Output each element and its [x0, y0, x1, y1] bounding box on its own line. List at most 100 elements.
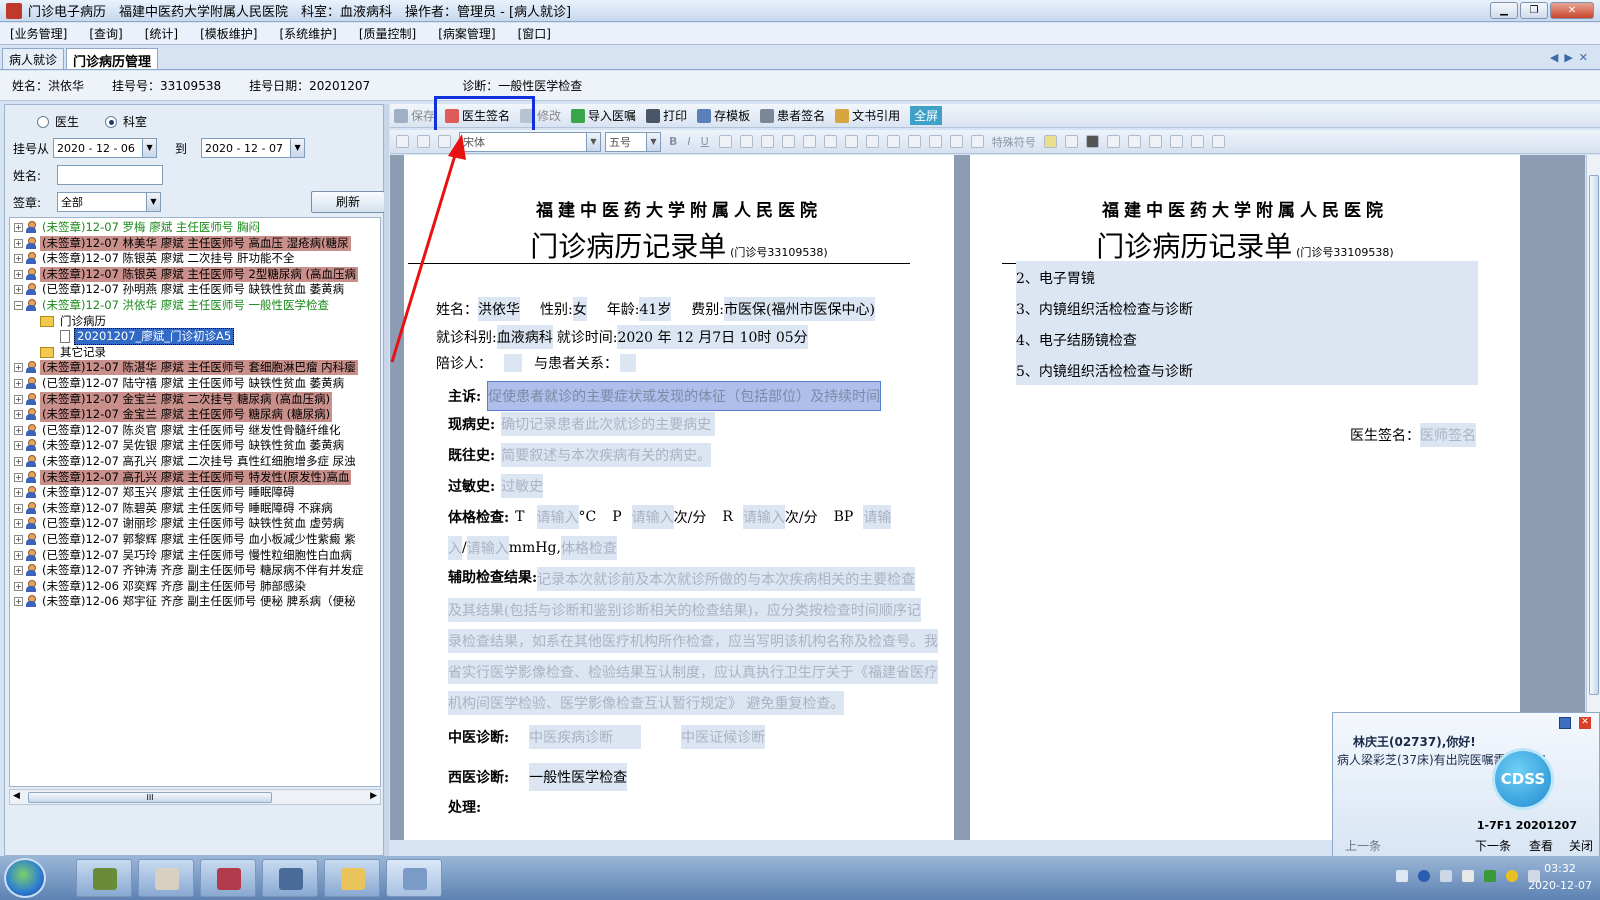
tree-horizontal-scrollbar[interactable]: ◀ III ▶ — [9, 789, 381, 805]
tree-folder[interactable]: 门诊病历 — [10, 314, 108, 329]
menu-quality[interactable]: [质量控制] — [359, 25, 416, 42]
aux-exam-line-1[interactable]: 记录本次就诊前及本次就诊所做的与本次疾病相关的主要检查 — [537, 567, 916, 591]
visit-time-value[interactable]: 2020 年 12 月7日 10时 05分 — [617, 325, 808, 349]
patient-tree-item[interactable]: − (未签章)12-07 洪依华 廖斌 主任医师号 一般性医学检查 — [10, 298, 331, 313]
physical-exam-field[interactable]: 体格检查 — [560, 536, 617, 560]
font-select[interactable]: 宋体 ▼ — [459, 131, 601, 152]
pulse-input[interactable]: 请输入 — [631, 505, 674, 529]
chevron-down-icon[interactable]: ▼ — [290, 139, 305, 157]
temp-input[interactable]: 请输入 — [536, 505, 579, 529]
patient-tree-item[interactable]: + (未签章)12-07 吴佐银 廖斌 主任医师号 缺铁性贫血 萎黄病 — [10, 438, 346, 453]
save-template-button[interactable]: 存模板 — [697, 107, 750, 124]
menu-records[interactable]: [病案管理] — [438, 25, 495, 42]
bp-input[interactable]: 请输 — [863, 505, 892, 529]
font-size-select[interactable]: 五号 ▼ — [605, 131, 661, 152]
radio-department[interactable] — [105, 115, 118, 128]
expand-icon[interactable]: + — [14, 472, 23, 482]
menu-system[interactable]: [系统维护] — [280, 25, 337, 42]
expand-icon[interactable]: + — [14, 535, 23, 544]
expand-icon[interactable]: + — [14, 410, 23, 420]
expand-icon[interactable]: + — [14, 394, 23, 404]
tab-record-management[interactable]: 门诊病历管理 — [66, 48, 159, 70]
expand-icon[interactable]: + — [14, 457, 23, 466]
patient-tree-item[interactable]: + (未签章)12-07 郑玉兴 廖斌 主任医师号 睡眠障碍 — [10, 485, 297, 500]
date-to-picker[interactable]: 2020 - 12 - 07 ▼ — [201, 138, 306, 158]
image-icon[interactable] — [949, 135, 963, 148]
expand-icon[interactable]: + — [14, 379, 23, 388]
expand-icon[interactable]: + — [14, 238, 23, 248]
start-button[interactable] — [4, 858, 46, 898]
patient-tree-item[interactable]: + (未签章)12-07 齐钟涛 齐彦 副主任医师号 糖尿病不伴有并发症 — [10, 563, 366, 578]
chevron-down-icon[interactable]: ▼ — [142, 139, 157, 157]
taskbar-app-folder[interactable] — [324, 859, 380, 897]
page-icon[interactable] — [1127, 135, 1141, 148]
font-color-icon[interactable] — [886, 135, 900, 148]
table-icon[interactable] — [907, 135, 921, 148]
keyboard-icon[interactable] — [1396, 870, 1408, 882]
tree-document[interactable]: 20201207_廖斌_门诊初诊A5 — [10, 328, 235, 346]
prev-link[interactable]: 上一条 — [1345, 837, 1381, 854]
expand-icon[interactable]: + — [14, 503, 23, 513]
merge-icon[interactable] — [1190, 135, 1204, 148]
italic-icon[interactable]: I — [687, 135, 690, 148]
patient-tree-item[interactable]: + (未签章)12-07 金宝兰 廖斌 二次挂号 糖尿病 (高血压病) — [10, 391, 333, 407]
chief-complaint-field[interactable]: 促使患者就诊的主要症状或发现的体征（包括部位）及持续时间 — [487, 381, 882, 411]
doc-reference-button[interactable]: 文书引用 — [835, 107, 900, 124]
name-input[interactable] — [57, 165, 163, 185]
patient-tree-item[interactable]: + (未签章)12-07 罗梅 廖斌 主任医师号 胸闷 — [10, 220, 262, 235]
patient-tree-item[interactable]: + (已签章)12-07 谢丽珍 廖斌 主任医师号 缺铁性贫血 虚劳病 — [10, 516, 346, 531]
expand-icon[interactable]: + — [14, 488, 23, 498]
patient-tree-item[interactable]: + (未签章)12-07 陈银英 廖斌 主任医师号 2型糖尿病 (高血压病 — [10, 266, 358, 282]
split-icon[interactable] — [1211, 135, 1225, 148]
aux-exam-line-2[interactable]: 及其结果(包括与诊断和鉴别诊断相关的检查结果)，应分类按检查时间顺序记 — [448, 598, 921, 622]
expand-icon[interactable]: + — [14, 269, 23, 279]
arrow-icon[interactable] — [1440, 870, 1452, 882]
aux-exam-line-5[interactable]: 机构间医学检验、医学影像检查互认暂行规定》 避免重复检查。 — [448, 691, 845, 715]
taskbar-app-doctor[interactable] — [138, 859, 194, 897]
menu-business[interactable]: [业务管理] — [10, 25, 67, 42]
present-history-field[interactable]: 确切记录患者此次就诊的主要病史 — [501, 412, 716, 436]
sign-status-select[interactable]: 全部 ▼ — [57, 192, 161, 212]
patient-tree-item[interactable]: + (已签章)12-07 孙明燕 廖斌 主任医师号 缺铁性贫血 萎黄病 — [10, 282, 346, 297]
scroll-left-icon[interactable]: ◀ — [13, 791, 20, 801]
symbol-icon[interactable] — [970, 135, 984, 148]
chevron-down-icon[interactable]: ▼ — [586, 132, 600, 151]
sex-value[interactable]: 女 — [572, 297, 587, 321]
clock[interactable]: 03:32 2020-12-07 — [1528, 860, 1592, 894]
companion-input[interactable] — [504, 354, 522, 372]
minimize-icon[interactable] — [1559, 717, 1571, 729]
taskbar-app-nurse[interactable] — [262, 859, 318, 897]
patient-sign-button[interactable]: 患者签名 — [760, 107, 825, 124]
minimize-button[interactable]: ▁ — [1490, 2, 1518, 19]
aux-exam-line-4[interactable]: 省实行医学影像检查、检验结果互认制度，应认真执行卫生厅关于《福建省医疗 — [448, 660, 938, 684]
scroll-right-icon[interactable]: ▶ — [370, 791, 377, 801]
volume-icon[interactable] — [1506, 870, 1518, 882]
bp-input-cont[interactable]: 入 — [448, 536, 462, 560]
patient-name-value[interactable]: 洪依华 — [478, 297, 520, 321]
justify-icon[interactable] — [781, 135, 795, 148]
aux-exam-line-3[interactable]: 录检查结果，如系在其他医疗机构所作检查，应当写明该机构名称及检查号。我 — [448, 629, 938, 653]
tcm-syndrome-field[interactable]: 中医证候诊断 — [681, 725, 766, 749]
taskbar-app-database[interactable] — [200, 859, 256, 897]
wm-diagnosis-value[interactable]: 一般性医学检查 — [529, 763, 628, 791]
resp-input[interactable]: 请输入 — [742, 505, 785, 529]
close-link[interactable]: 关闭 — [1569, 837, 1593, 854]
patient-tree-item[interactable]: + (未签章)12-07 高孔兴 廖斌 主任医师号 特发性(原发性)高血 — [10, 469, 352, 485]
chevron-down-icon[interactable]: ▼ — [646, 132, 660, 151]
insert-icon[interactable] — [1043, 135, 1057, 148]
search-icon[interactable] — [1064, 135, 1078, 148]
indent-icon[interactable] — [823, 135, 837, 148]
patient-tree-item[interactable]: + (未签章)12-07 陈湛华 廖斌 主任医师号 套细胞淋巴瘤 内科瘿 — [10, 360, 358, 376]
import-order-button[interactable]: 导入医嘱 — [571, 107, 636, 124]
chevron-down-icon[interactable]: ▼ — [146, 193, 160, 211]
maximize-button[interactable]: ❐ — [1520, 2, 1548, 19]
refresh-button[interactable]: 刷新 — [311, 191, 385, 213]
fullscreen-button[interactable]: 全屏 — [910, 106, 943, 125]
patient-tree-item[interactable]: + (未签章)12-06 郑宇征 齐彦 副主任医师号 便秘 脾系病（便秘 — [10, 594, 358, 609]
taskbar-app-chart[interactable] — [76, 859, 132, 897]
patient-tree-item[interactable]: + (未签章)12-07 陈碧英 廖斌 主任医师号 睡眠障碍 不寐病 — [10, 501, 335, 516]
fill-icon[interactable] — [928, 135, 942, 148]
view-link[interactable]: 查看 — [1529, 837, 1553, 854]
expand-icon[interactable]: + — [14, 519, 23, 529]
expand-icon[interactable]: + — [14, 223, 23, 232]
